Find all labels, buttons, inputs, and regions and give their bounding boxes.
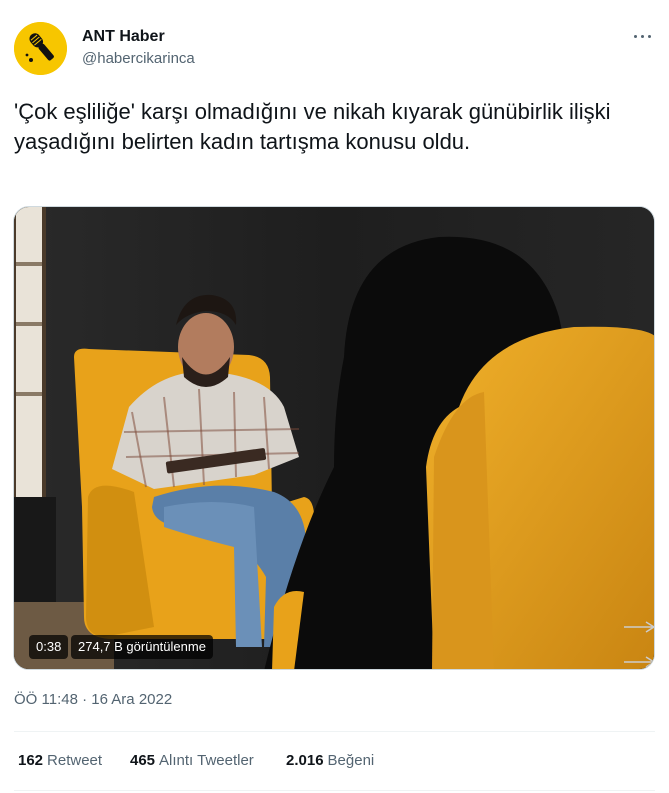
tweet-time-link[interactable]: ÖÖ 11:48 [14,691,78,708]
divider-bottom [14,790,655,791]
video-duration: 0:38 [29,635,69,659]
tweet: ANT Haber @habercikarinca 'Çok eşliliğe'… [0,0,669,793]
user-info: ANT Haber @habercikarinca [82,27,195,69]
likes-label: Beğeni [327,752,375,769]
tweet-header: ANT Haber @habercikarinca [14,22,655,78]
more-options-icon[interactable] [631,28,655,44]
quotes-stat[interactable]: 465 Alıntı Tweetler [130,751,254,771]
likes-count: 2.016 [286,752,324,769]
tweet-date-link[interactable]: 16 Ara 2022 [91,691,172,708]
display-name[interactable]: ANT Haber [82,27,195,47]
user-handle[interactable]: @habercikarinca [82,49,195,69]
video-view-count: 274,7 B görüntülenme [71,635,213,659]
likes-stat[interactable]: 2.016 Beğeni [286,751,374,771]
avatar[interactable] [14,22,67,75]
divider-top [14,731,655,732]
retweets-stat[interactable]: 162 Retweet [18,751,102,771]
tweet-text: 'Çok eşliliğe' karşı olmadığını ve nikah… [14,99,611,154]
quotes-label: Alıntı Tweetler [159,752,254,769]
meta-separator: · [82,691,88,708]
video-thumbnail [14,207,654,669]
tweet-timestamp: ÖÖ 11:48 · 16 Ara 2022 [14,690,172,710]
video-player[interactable]: 0:38 274,7 B görüntülenme [13,206,655,670]
retweets-label: Retweet [47,752,103,769]
microphone-icon [14,22,67,75]
retweets-count: 162 [18,752,44,769]
quotes-count: 465 [130,752,156,769]
